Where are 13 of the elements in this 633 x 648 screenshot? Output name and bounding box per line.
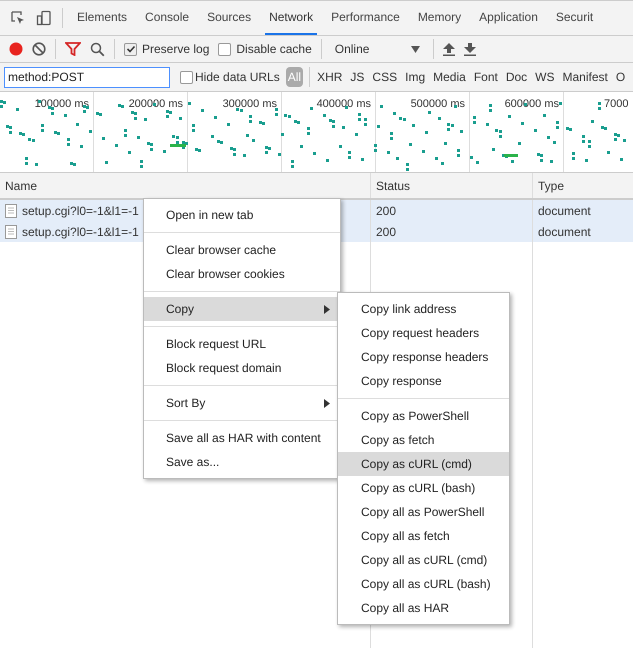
request-name: setup.cgi?l0=-1&l1=-1 — [22, 204, 139, 218]
checkbox-label: Hide data URLs — [195, 70, 280, 84]
request-name: setup.cgi?l0=-1&l1=-1 — [22, 224, 139, 238]
type-cell-text: document — [537, 224, 592, 240]
checkbox-label: Disable cache — [236, 42, 312, 56]
tick-label: 300000 ms — [222, 98, 277, 110]
status-cell: 200 — [371, 221, 533, 242]
checkbox-label: Preserve log — [142, 42, 210, 56]
tick-label: 200000 ms — [128, 98, 183, 110]
tick-label: 400000 ms — [316, 98, 371, 110]
tick-label: 7000 — [604, 98, 628, 110]
type-cell-text: document — [537, 202, 592, 220]
tick-label: 600000 ms — [504, 98, 559, 110]
